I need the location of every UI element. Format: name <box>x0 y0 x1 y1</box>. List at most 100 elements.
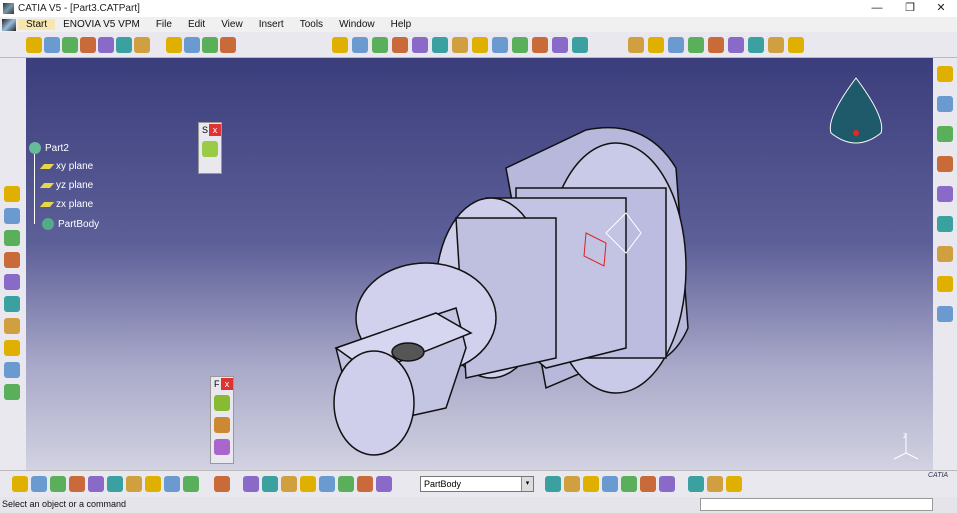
sketcher-icon[interactable] <box>166 37 182 53</box>
whats-this-icon[interactable] <box>183 476 199 492</box>
current-body-select[interactable]: PartBody ▾ <box>420 476 534 492</box>
menu-edit[interactable]: Edit <box>180 19 213 30</box>
tree-root[interactable]: Part2 <box>29 142 69 154</box>
decimal-icon[interactable] <box>300 476 316 492</box>
pad-icon[interactable] <box>26 37 42 53</box>
zoom-out-icon[interactable] <box>432 37 448 53</box>
tree-item-yz-plane[interactable]: yz plane <box>39 180 93 191</box>
open-icon[interactable] <box>31 476 47 492</box>
positioned-sketch-icon[interactable] <box>202 37 218 53</box>
chevron-down-icon[interactable]: ▾ <box>521 477 533 491</box>
knowledge-icon[interactable] <box>564 476 580 492</box>
boolean-icon[interactable] <box>338 476 354 492</box>
ref-icon[interactable] <box>937 306 953 322</box>
shell-icon[interactable] <box>708 37 724 53</box>
close-icon[interactable]: x <box>209 124 221 136</box>
shading-icon[interactable] <box>512 37 528 53</box>
lib-icon[interactable] <box>937 246 953 262</box>
swap-icon[interactable] <box>552 37 568 53</box>
undo-icon[interactable] <box>145 476 161 492</box>
floating-toolbar-s[interactable]: Sx <box>198 122 222 174</box>
menu-enovia[interactable]: ENOVIA V5 VPM <box>55 19 148 30</box>
3d-viewport[interactable]: z Part2 xy plane yz plane zx plane PartB… <box>26 58 933 470</box>
part-geometry[interactable]: z <box>26 58 933 470</box>
copy-icon[interactable] <box>107 476 123 492</box>
param-icon[interactable] <box>4 230 20 246</box>
menu-file[interactable]: File <box>148 19 180 30</box>
hide-show-icon[interactable] <box>532 37 548 53</box>
apply-material-icon[interactable] <box>668 37 684 53</box>
floating-toolbar-f[interactable]: Fx <box>210 376 234 464</box>
sketch-icon[interactable] <box>937 156 953 172</box>
zoom-in-icon[interactable] <box>412 37 428 53</box>
new-icon[interactable] <box>12 476 28 492</box>
menu-start[interactable]: Start <box>18 19 56 30</box>
pocket-icon[interactable] <box>44 37 60 53</box>
measure-item-icon[interactable] <box>4 362 20 378</box>
minimize-button[interactable]: — <box>862 0 892 17</box>
menu-view[interactable]: View <box>213 19 251 30</box>
shaft-icon[interactable] <box>62 37 78 53</box>
hole-icon[interactable] <box>98 37 114 53</box>
split-icon[interactable] <box>748 37 764 53</box>
part-body-icon[interactable] <box>376 476 392 492</box>
redo-icon[interactable] <box>164 476 180 492</box>
fly-icon[interactable] <box>332 37 348 53</box>
body-icon[interactable] <box>319 476 335 492</box>
comment-icon[interactable] <box>4 208 20 224</box>
thickness-icon[interactable] <box>728 37 744 53</box>
analysis-icon[interactable] <box>572 37 588 53</box>
update-icon[interactable] <box>243 476 259 492</box>
sketch-tool-icon[interactable] <box>202 141 218 157</box>
feature-tool-icon[interactable] <box>214 417 230 433</box>
axis-system-icon[interactable] <box>281 476 297 492</box>
menu-insert[interactable]: Insert <box>251 19 292 30</box>
close-icon[interactable]: x <box>221 378 233 390</box>
render-icon[interactable] <box>788 37 804 53</box>
feature-tool-icon[interactable] <box>214 439 230 455</box>
material-icon[interactable] <box>628 37 644 53</box>
table-icon[interactable] <box>4 252 20 268</box>
menu-window[interactable]: Window <box>331 19 383 30</box>
plane-icon[interactable] <box>726 476 742 492</box>
sketch-solid-icon[interactable] <box>134 37 150 53</box>
line-icon[interactable] <box>707 476 723 492</box>
geometry-icon[interactable] <box>937 126 953 142</box>
app-menu-icon[interactable] <box>2 18 16 31</box>
menu-help[interactable]: Help <box>383 19 420 30</box>
select-icon[interactable] <box>937 96 953 112</box>
print-icon[interactable] <box>69 476 85 492</box>
lock-icon[interactable] <box>4 296 20 312</box>
view-mode-icon[interactable] <box>492 37 508 53</box>
measure-between-icon[interactable] <box>4 340 20 356</box>
revolve-point-icon[interactable] <box>116 37 132 53</box>
fit-all-icon[interactable] <box>352 37 368 53</box>
tree-item-partbody[interactable]: PartBody <box>42 218 99 230</box>
tree-item-zx-plane[interactable]: zx plane <box>39 199 93 210</box>
menu-tools[interactable]: Tools <box>292 19 331 30</box>
capture-icon[interactable] <box>214 476 230 492</box>
draft-icon[interactable] <box>688 37 704 53</box>
prop-icon[interactable] <box>937 276 953 292</box>
snap-icon[interactable] <box>659 476 675 492</box>
command-input[interactable] <box>700 498 933 511</box>
iso-view-icon[interactable] <box>472 37 488 53</box>
save-icon[interactable] <box>50 476 66 492</box>
annotation-icon[interactable] <box>937 186 953 202</box>
paste-icon[interactable] <box>126 476 142 492</box>
mass-icon[interactable] <box>4 384 20 400</box>
catalog-icon[interactable] <box>220 37 236 53</box>
constraints-icon[interactable] <box>937 216 953 232</box>
stop-icon[interactable] <box>262 476 278 492</box>
paint-icon[interactable] <box>583 476 599 492</box>
normal-view-icon[interactable] <box>452 37 468 53</box>
cut-icon[interactable] <box>88 476 104 492</box>
scene-icon[interactable] <box>768 37 784 53</box>
publication-icon[interactable] <box>545 476 561 492</box>
formula-icon[interactable] <box>602 476 618 492</box>
rib-icon[interactable] <box>80 37 96 53</box>
formula-icon[interactable] <box>4 186 20 202</box>
rotate-icon[interactable] <box>392 37 408 53</box>
list-icon[interactable] <box>357 476 373 492</box>
grid-icon[interactable] <box>640 476 656 492</box>
